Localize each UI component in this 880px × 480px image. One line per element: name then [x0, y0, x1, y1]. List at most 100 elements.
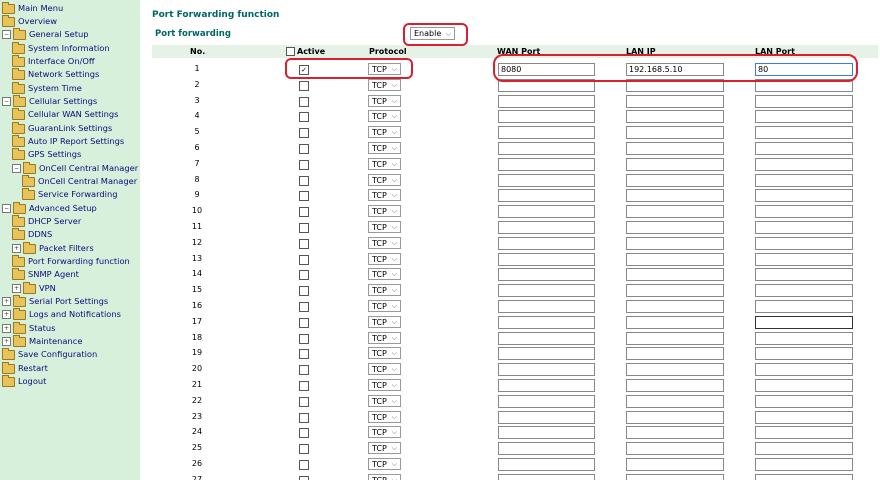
wan-port-input[interactable] — [498, 142, 595, 155]
lan-port-input[interactable] — [755, 363, 853, 377]
wan-port-input[interactable] — [498, 458, 595, 471]
lan-port-input[interactable] — [755, 379, 853, 392]
expand-icon[interactable]: + — [12, 244, 21, 253]
lan-port-input[interactable] — [755, 442, 853, 456]
lan-ip-input[interactable] — [626, 442, 724, 456]
lan-port-input[interactable] — [755, 221, 853, 234]
lan-ip-input[interactable] — [626, 221, 724, 234]
lan-ip-input[interactable] — [626, 347, 724, 361]
wan-port-input[interactable] — [498, 221, 595, 234]
lan-port-input[interactable] — [755, 426, 853, 440]
lan-port-input[interactable] — [755, 268, 853, 282]
lan-port-input[interactable] — [755, 284, 853, 298]
active-checkbox[interactable] — [299, 365, 309, 376]
protocol-select[interactable]: TCP ⌵ — [368, 284, 401, 297]
sidebar-item[interactable]: Logout — [2, 374, 46, 388]
protocol-select[interactable]: TCP ⌵ — [368, 410, 401, 423]
protocol-select[interactable]: TCP ⌵ — [368, 442, 401, 455]
lan-port-input[interactable] — [755, 410, 853, 424]
lan-port-input[interactable] — [755, 394, 853, 408]
lan-port-input[interactable] — [755, 458, 853, 471]
active-checkbox[interactable] — [299, 191, 309, 202]
wan-port-input[interactable] — [498, 284, 595, 298]
lan-port-input[interactable] — [755, 126, 853, 140]
wan-port-input[interactable] — [498, 157, 595, 171]
sidebar-item[interactable]: Network Settings — [12, 67, 99, 81]
lan-ip-input[interactable] — [626, 173, 724, 187]
lan-ip-input[interactable] — [626, 268, 724, 282]
lan-port-input[interactable] — [755, 473, 853, 480]
sidebar-item[interactable]: Restart — [2, 361, 48, 375]
lan-ip-input[interactable] — [626, 410, 724, 424]
sidebar-item[interactable]: + Status — [2, 321, 55, 335]
sidebar-item[interactable]: Interface On/Off — [12, 54, 95, 68]
wan-port-input[interactable] — [498, 363, 595, 377]
lan-ip-input[interactable] — [626, 300, 724, 313]
wan-port-input[interactable] — [498, 315, 595, 329]
active-checkbox[interactable] — [299, 349, 309, 360]
lan-ip-input[interactable] — [626, 94, 724, 108]
wan-port-input[interactable] — [498, 268, 595, 282]
lan-port-input[interactable] — [755, 300, 853, 313]
lan-ip-input[interactable] — [626, 284, 724, 298]
sidebar-item[interactable]: − Cellular Settings — [2, 94, 97, 108]
active-checkbox[interactable] — [299, 254, 309, 265]
active-checkbox[interactable] — [299, 381, 309, 391]
lan-ip-input[interactable] — [626, 252, 724, 266]
select-all-checkbox[interactable] — [286, 47, 295, 56]
protocol-select[interactable]: TCP ⌵ — [368, 347, 401, 360]
collapse-icon[interactable]: − — [2, 30, 11, 39]
lan-ip-input[interactable] — [626, 394, 724, 408]
sidebar-item[interactable]: Save Configuration — [2, 347, 97, 361]
lan-port-input[interactable] — [755, 252, 853, 266]
lan-ip-input[interactable] — [626, 205, 724, 219]
wan-port-input[interactable] — [498, 126, 595, 140]
expand-icon[interactable]: + — [2, 310, 11, 319]
active-checkbox[interactable] — [299, 207, 309, 218]
active-checkbox[interactable] — [299, 128, 309, 139]
wan-port-input[interactable] — [498, 473, 595, 480]
protocol-select[interactable]: TCP ⌵ — [368, 189, 401, 202]
sidebar-item[interactable]: − General Setup — [2, 27, 88, 41]
protocol-select[interactable]: TCP ⌵ — [368, 394, 401, 407]
lan-ip-input[interactable] — [626, 157, 724, 171]
wan-port-input[interactable] — [498, 331, 595, 345]
wan-port-input[interactable] — [498, 189, 595, 203]
sidebar-item[interactable]: OnCell Central Manager — [22, 174, 137, 188]
sidebar-item[interactable]: Auto IP Report Settings — [12, 134, 124, 148]
sidebar-item[interactable]: GuaranLink Settings — [12, 121, 112, 135]
lan-ip-input[interactable] — [626, 236, 724, 250]
sidebar-item[interactable]: + Maintenance — [2, 334, 82, 348]
lan-port-input[interactable] — [755, 157, 853, 171]
active-checkbox[interactable] — [299, 302, 309, 312]
sidebar-item[interactable]: + Serial Port Settings — [2, 294, 108, 308]
lan-port-input[interactable] — [755, 331, 853, 345]
lan-ip-input[interactable] — [626, 331, 724, 345]
sidebar-item[interactable]: DHCP Server — [12, 214, 81, 228]
active-checkbox[interactable] — [299, 80, 309, 91]
expand-icon[interactable]: + — [2, 337, 11, 346]
active-checkbox[interactable] — [299, 396, 309, 407]
protocol-select[interactable]: TCP ⌵ — [368, 205, 401, 218]
sidebar-item[interactable]: + Logs and Notifications — [2, 307, 121, 321]
sidebar-item[interactable]: System Time — [12, 81, 82, 95]
protocol-select[interactable]: TCP ⌵ — [368, 473, 401, 480]
lan-ip-input[interactable] — [626, 315, 724, 329]
lan-port-input[interactable] — [755, 142, 853, 155]
wan-port-input[interactable] — [498, 442, 595, 456]
active-checkbox[interactable] — [299, 223, 309, 233]
wan-port-input[interactable] — [498, 426, 595, 440]
active-checkbox[interactable] — [299, 460, 309, 470]
active-checkbox[interactable] — [299, 112, 309, 123]
protocol-select[interactable]: TCP ⌵ — [368, 458, 401, 470]
wan-port-input[interactable] — [498, 252, 595, 266]
protocol-select[interactable]: TCP ⌵ — [368, 221, 401, 233]
lan-ip-input[interactable] — [626, 363, 724, 377]
sidebar-item[interactable]: SNMP Agent — [12, 267, 79, 281]
protocol-select[interactable]: TCP ⌵ — [368, 300, 401, 312]
wan-port-input[interactable] — [498, 347, 595, 361]
lan-ip-input[interactable] — [626, 473, 724, 480]
lan-port-input[interactable] — [755, 236, 853, 250]
lan-ip-input[interactable] — [626, 110, 724, 124]
wan-port-input[interactable] — [498, 236, 595, 250]
